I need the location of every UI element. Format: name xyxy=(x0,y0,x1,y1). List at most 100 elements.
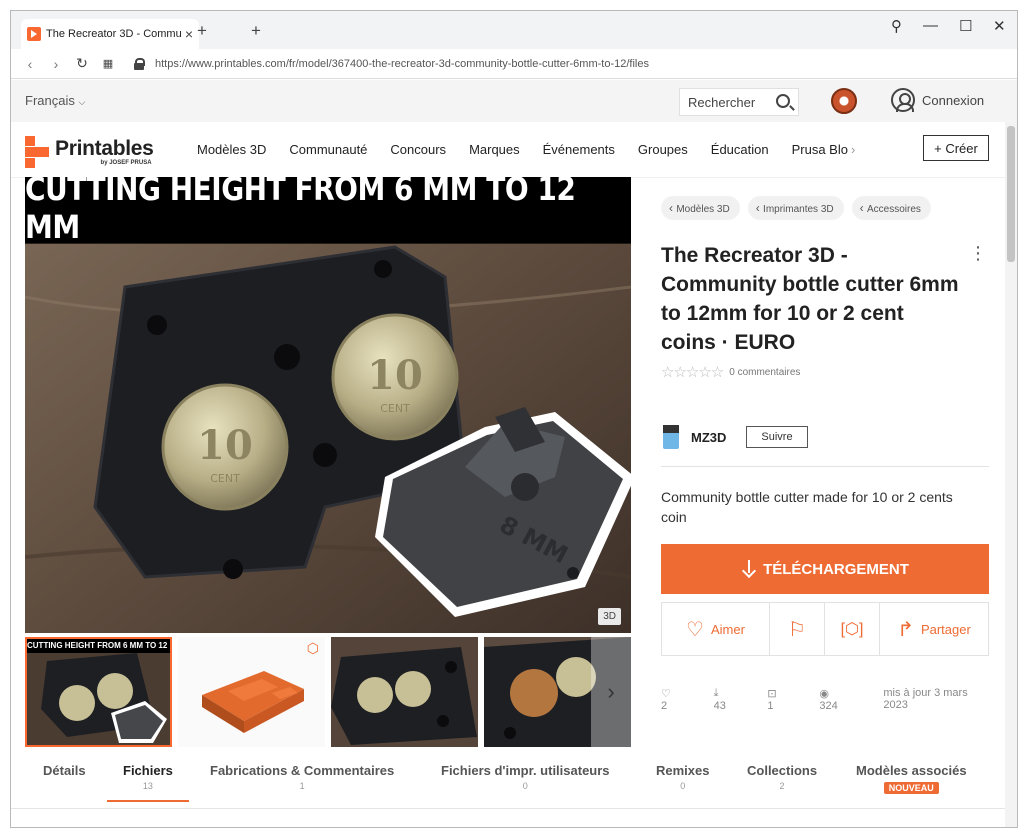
views-count: 324 xyxy=(819,700,838,712)
brand-name: Printables xyxy=(55,137,154,160)
rating-stars-icon[interactable]: ☆☆☆☆☆ xyxy=(661,363,724,381)
nav-link-brands[interactable]: Marques xyxy=(469,142,520,157)
thumbnail-1[interactable]: CUTTING HEIGHT FROM 6 MM TO 12 MM xyxy=(25,637,172,747)
tab-remixes-label: Remixes xyxy=(656,763,710,778)
follow-button[interactable]: Suivre xyxy=(746,426,808,448)
thumbnail-strip: CUTTING HEIGHT FROM 6 MM TO 12 MM ⬡ xyxy=(25,637,631,747)
author-name[interactable]: MZ3D xyxy=(691,430,726,445)
tab-collections[interactable]: Collections 2 xyxy=(747,763,817,791)
author-row: MZ3D Suivre xyxy=(663,425,808,449)
printables-logo[interactable]: Printables by JOSEF PRUSA xyxy=(25,136,154,168)
create-button[interactable]: + Créer xyxy=(923,135,989,161)
search-icon[interactable] xyxy=(776,94,790,108)
comments-count[interactable]: 0 commentaires xyxy=(729,367,800,378)
tab-related-label: Modèles associés xyxy=(856,763,967,778)
model-description: Community bottle cutter made for 10 or 2… xyxy=(661,489,953,525)
scrollbar-thumb[interactable] xyxy=(1007,126,1015,262)
ar-cube-icon: [⬡] xyxy=(840,621,864,638)
model-stats: ♡ 2 ⤓ 43 ⊡ 1 ◉ 324 mis à jour 3 mars 202… xyxy=(661,687,989,712)
rating-row: ☆☆☆☆☆ 0 commentaires xyxy=(661,363,800,381)
user-badge-icon[interactable] xyxy=(831,88,857,114)
maximize-icon[interactable]: ☐ xyxy=(959,17,972,35)
likes-count: 2 xyxy=(661,700,668,712)
breadcrumb-printers[interactable]: Imprimantes 3D xyxy=(747,196,844,220)
3d-model-cube-icon: ⬡ xyxy=(306,640,319,656)
nav-link-events[interactable]: Événements xyxy=(543,142,615,157)
back-icon[interactable]: ‹ xyxy=(17,56,43,72)
page-title: The Recreator 3D - Community bottle cutt… xyxy=(661,244,959,354)
nav-link-prusa-blog[interactable]: Prusa Blo xyxy=(792,142,848,157)
new-tab-button-secondary[interactable]: + xyxy=(251,21,261,41)
language-selector[interactable]: Français ⌵ xyxy=(25,93,85,108)
ar-view-button[interactable]: [⬡] xyxy=(825,603,880,655)
share-button[interactable]: ↱ Partager xyxy=(880,603,988,655)
divider xyxy=(661,466,989,467)
bookmark-button[interactable]: ⚐ xyxy=(770,603,825,655)
download-icon xyxy=(741,560,757,578)
nav-link-groups[interactable]: Groupes xyxy=(638,142,688,157)
main-model-image[interactable]: 10 CENT 10 CENT 8 MM CUTTING HEIGHT FROM… xyxy=(25,177,631,633)
nav-link-education[interactable]: Éducation xyxy=(711,142,769,157)
brand-subtitle: by JOSEF PRUSA xyxy=(100,160,152,166)
downloads-stat: ⤓ 43 xyxy=(714,687,756,712)
main-navigation: Printables by JOSEF PRUSA Modèles 3D Com… xyxy=(11,122,1005,178)
printables-favicon-icon xyxy=(27,27,41,41)
minimize-icon[interactable]: — xyxy=(923,17,938,34)
login-button[interactable]: Connexion xyxy=(891,88,984,112)
window-close-icon[interactable]: ✕ xyxy=(993,17,1006,35)
avatar[interactable] xyxy=(663,425,679,449)
action-bar: ♡ Aimer ⚐ [⬡] ↱ Partager xyxy=(661,602,989,656)
likes-stat: ♡ 2 xyxy=(661,687,702,712)
view-3d-badge[interactable]: 3D xyxy=(598,608,621,625)
coin-text-right: 10 xyxy=(367,352,423,399)
tab-details[interactable]: Détails xyxy=(43,763,86,778)
search-label: Rechercher xyxy=(688,94,756,110)
download-label: TÉLÉCHARGEMENT xyxy=(763,560,909,578)
tab-collections-count: 2 xyxy=(779,781,785,791)
thumbnail-2-image xyxy=(202,671,304,733)
page-scrollbar[interactable] xyxy=(1005,122,1017,827)
nav-links: Modèles 3D Communauté Concours Marques É… xyxy=(197,142,878,157)
new-badge: NOUVEAU xyxy=(883,782,939,794)
share-label: Partager xyxy=(920,621,971,637)
downloads-count: 43 xyxy=(713,700,726,712)
like-button[interactable]: ♡ Aimer xyxy=(662,603,770,655)
download-button[interactable]: TÉLÉCHARGEMENT xyxy=(661,544,989,594)
new-tab-button[interactable]: + xyxy=(197,21,207,41)
thumbnail-2[interactable]: ⬡ xyxy=(178,637,325,747)
tab-user-print-files[interactable]: Fichiers d'impr. utilisateurs 0 xyxy=(441,763,610,791)
browser-tab-active[interactable]: The Recreator 3D - Commu × xyxy=(21,19,199,49)
nav-more-chevron-icon[interactable]: › xyxy=(851,142,855,157)
breadcrumb-accessories[interactable]: Accessoires xyxy=(851,196,931,220)
tab-files-count: 13 xyxy=(142,781,153,791)
more-options-icon[interactable]: ⋮ xyxy=(969,243,987,264)
browser-search-icon[interactable]: ⚲ xyxy=(891,17,902,35)
nav-link-contests[interactable]: Concours xyxy=(390,142,446,157)
breadcrumb: Modèles 3D Imprimantes 3D Accessoires xyxy=(661,196,939,220)
nav-link-community[interactable]: Communauté xyxy=(289,142,367,157)
thumbnail-next-chevron-icon[interactable]: › xyxy=(591,637,631,747)
tab-makes-comments[interactable]: Fabrications & Commentaires 1 xyxy=(210,763,394,791)
language-label: Français xyxy=(25,93,75,108)
reload-icon[interactable]: ↻ xyxy=(69,55,95,72)
lock-icon[interactable] xyxy=(133,57,145,70)
nav-link-models[interactable]: Modèles 3D xyxy=(197,142,266,157)
thumbnail-3[interactable] xyxy=(331,637,478,747)
tab-files-label: Fichiers xyxy=(123,763,173,778)
forward-icon[interactable]: › xyxy=(43,56,69,72)
search-box[interactable]: Rechercher xyxy=(679,88,799,116)
url-field[interactable]: https://www.printables.com/fr/model/3674… xyxy=(155,58,649,70)
tab-close-icon[interactable]: × xyxy=(185,26,193,42)
login-label: Connexion xyxy=(922,92,985,108)
address-bar: ‹ › ↻ ▦ https://www.printables.com/fr/mo… xyxy=(11,49,1017,79)
apps-grid-icon[interactable]: ▦ xyxy=(95,57,121,70)
breadcrumb-models[interactable]: Modèles 3D xyxy=(661,196,740,220)
tab-files[interactable]: Fichiers 13 xyxy=(107,763,189,802)
tab-details-label: Détails xyxy=(43,763,86,778)
tab-related-models[interactable]: Modèles associés NOUVEAU xyxy=(856,763,967,796)
heart-icon: ♡ xyxy=(686,618,704,641)
makes-count: 1 xyxy=(767,700,774,712)
tab-remixes[interactable]: Remixes 0 xyxy=(656,763,709,791)
like-label: Aimer xyxy=(710,621,745,637)
share-icon: ↱ xyxy=(897,618,914,641)
